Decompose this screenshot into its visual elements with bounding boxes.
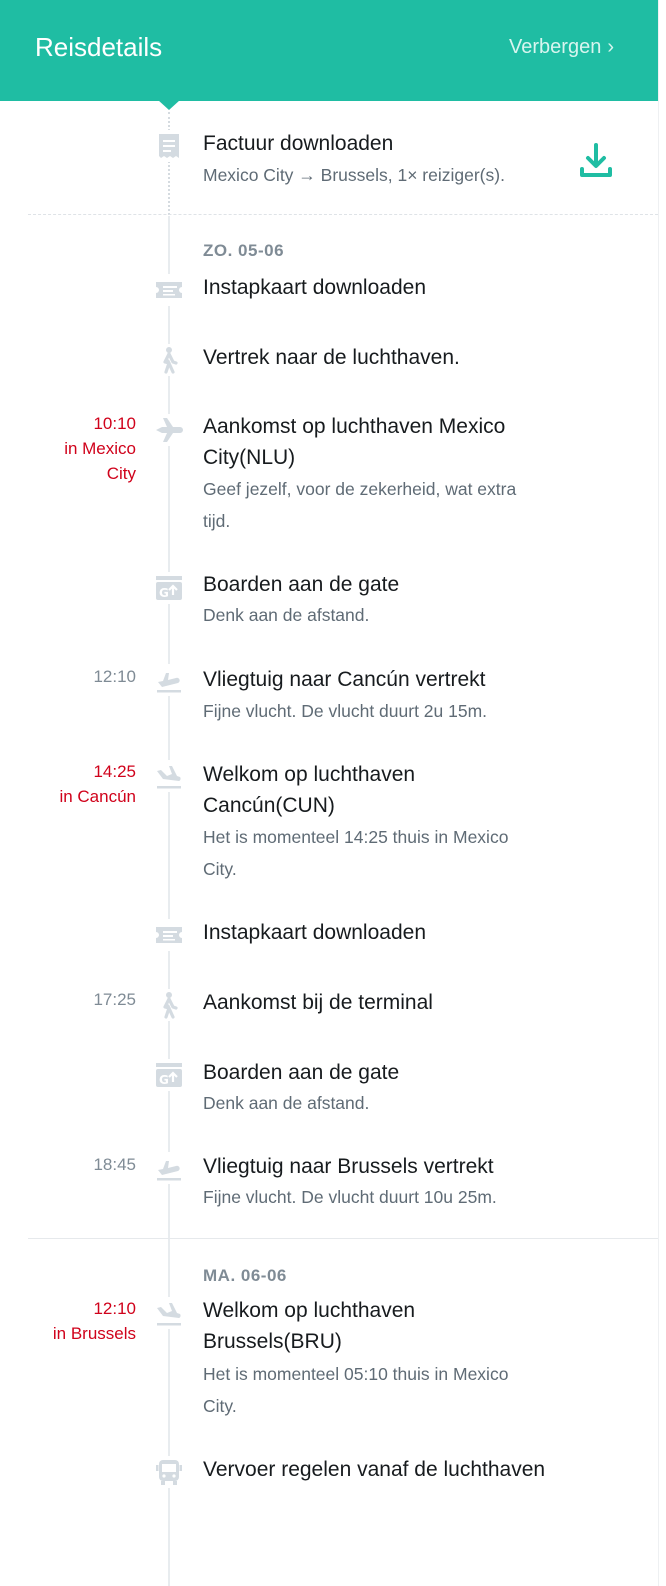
hide-details-button[interactable]: Verbergen › [509,36,614,59]
event-subtitle: Fijne vlucht. De vlucht duurt 2u 15m. [203,701,488,721]
walking-person-icon [153,989,185,1021]
event-title: Aankomst bij de terminal [203,991,433,1014]
event-title: Vliegtuig naar Brussels vertrekt [203,1155,494,1178]
gate-icon: G [153,1059,185,1091]
event-subtitle-line2: City. [203,859,237,879]
event-time: 12:10 [93,1299,136,1318]
event-subtitle-line1: Het is momenteel 05:10 thuis in Mexico [203,1364,509,1384]
chevron-right-icon: › [607,36,614,58]
event-time: 18:45 [93,1155,136,1174]
download-icon [580,143,612,177]
day-date-label: ZO. 05-06 [203,241,285,260]
event-subtitle-line1: Het is momenteel 14:25 thuis in Mexico [203,827,509,847]
boarding-pass-icon [153,919,185,951]
event-time-location: in Cancún [59,787,136,806]
landing-icon [153,760,185,792]
boarding-pass-icon [153,274,185,306]
event-subtitle: Denk aan de afstand. [203,605,370,625]
event-title: Vliegtuig naar Cancún vertrekt [203,668,486,691]
event-subtitle: Denk aan de afstand. [203,1093,370,1113]
receipt-icon [153,130,185,162]
event-time: 12:10 [93,667,136,686]
timeline-dotted-line [168,112,170,215]
event-time-location: in Brussels [52,1324,136,1343]
hide-details-label: Verbergen [509,36,602,58]
panel-edge [658,0,666,1586]
header-pointer [158,100,180,110]
invoice-route-text: Mexico City → Brussels, 1× reiziger(s). [203,165,505,185]
download-invoice-button[interactable] [575,141,617,181]
boarding-pass-download-link[interactable]: Instapkaart downloaden [203,272,573,303]
page-title: Reisdetails [35,32,163,62]
takeoff-icon [153,664,185,696]
event-time-location: in Mexico City [64,439,136,483]
boarding-pass-download-link[interactable]: Instapkaart downloaden [203,917,573,948]
event-title-line1: Welkom op luchthaven [203,763,416,786]
gate-icon: G [153,572,185,604]
event-subtitle-line2: tijd. [203,511,231,531]
header-bar: Reisdetails Verbergen › [0,0,658,101]
event-title: Boarden aan de gate [203,573,400,596]
event-subtitle-line2: City. [203,1396,237,1416]
landing-icon [153,1297,185,1329]
event-title-line2: Cancún(CUN) [203,794,335,817]
event-title-line2: City(NLU) [203,446,296,469]
event-subtitle: Fijne vlucht. De vlucht duurt 10u 25m. [203,1187,497,1207]
invoice-download-title[interactable]: Factuur downloaden [203,128,573,159]
event-time: 10:10 [93,414,136,433]
arrange-transport-link[interactable]: Vervoer regelen vanaf de luchthaven [203,1454,573,1485]
day-date-label: MA. 06-06 [203,1266,287,1285]
event-title: Vertrek naar de luchthaven. [203,346,460,369]
walking-person-icon [153,344,185,376]
section-divider [28,214,658,215]
event-title-line2: Brussels(BRU) [203,1330,342,1353]
airplane-icon [153,414,185,446]
bus-icon [153,1456,185,1488]
event-subtitle-line1: Geef jezelf, voor de zekerheid, wat extr… [203,479,517,499]
svg-text:G: G [159,1073,169,1087]
event-time: 14:25 [93,762,136,781]
event-title-line1: Welkom op luchthaven [203,1299,416,1322]
section-divider [28,1238,658,1239]
takeoff-icon [153,1152,185,1184]
event-title: Boarden aan de gate [203,1061,400,1084]
svg-text:G: G [159,586,169,600]
event-time: 17:25 [93,990,136,1009]
event-title-line1: Aankomst op luchthaven Mexico [203,415,506,438]
